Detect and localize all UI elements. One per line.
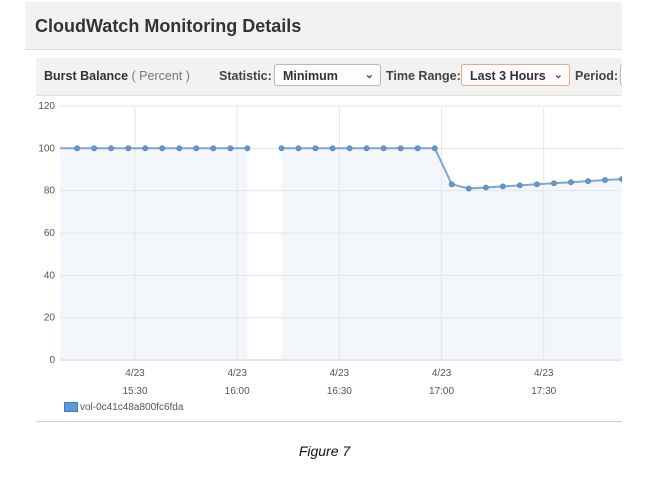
data-point (414, 145, 421, 152)
time-range-value: Last 3 Hours (470, 69, 546, 83)
data-point (176, 145, 183, 152)
period-label: Period: (575, 69, 619, 83)
data-point (91, 145, 98, 152)
data-point (278, 145, 285, 152)
x-tick-time: 17:30 (531, 386, 556, 397)
x-tick-time: 17:00 (429, 386, 454, 397)
burst-balance-chart: 0 20 40 60 80 100 120 4/23 15:30 4/23 16:00 4/23 16:… (38, 101, 622, 397)
chart-legend[interactable]: vol-0c41c48a800fc6fda (64, 402, 183, 413)
x-tick-time: 16:30 (327, 386, 352, 397)
data-point (227, 145, 234, 152)
monitoring-panel: CloudWatch Monitoring Details Burst Bala… (0, 0, 622, 486)
panel-header: CloudWatch Monitoring Details (25, 2, 622, 50)
figure-caption: Figure 7 (298, 443, 351, 459)
y-tick-label: 40 (44, 270, 56, 281)
metric-title: Burst Balance ( Percent ) (44, 69, 190, 83)
y-tick-label: 60 (44, 228, 56, 239)
data-point (602, 177, 608, 183)
y-tick-label: 0 (49, 355, 55, 366)
y-tick-label: 20 (44, 313, 56, 324)
data-point (465, 185, 472, 192)
data-point (159, 145, 166, 152)
data-point (74, 145, 81, 152)
statistic-label: Statistic: (219, 69, 272, 83)
statistic-value: Minimum (283, 69, 338, 83)
x-tick-date: 4/23 (534, 368, 554, 379)
data-point (380, 145, 387, 152)
x-tick-date: 4/23 (125, 368, 145, 379)
y-tick-label: 120 (38, 101, 55, 112)
metric-name: Burst Balance (44, 69, 129, 83)
data-point (568, 179, 574, 186)
time-range-label: Time Range: (386, 69, 461, 83)
series-area (60, 148, 248, 360)
legend-series-label: vol-0c41c48a800fc6fda (80, 402, 184, 413)
legend-swatch (64, 402, 78, 413)
data-point (516, 182, 523, 189)
data-point (108, 145, 114, 152)
data-point (125, 145, 132, 152)
chevron-down-icon: ⌄ (364, 69, 374, 81)
x-tick-time: 16:00 (225, 386, 250, 397)
statistic-select[interactable]: Minimum ⌄ (274, 64, 381, 86)
data-point (619, 176, 622, 182)
metric-unit: ( Percent ) (131, 69, 190, 83)
chart-toolbar: Burst Balance ( Percent ) Statistic: Min… (36, 58, 622, 96)
data-point (499, 183, 506, 190)
x-tick-date: 4/23 (227, 368, 247, 379)
data-point (363, 145, 370, 152)
chart-area: 0 20 40 60 80 100 120 4/23 15:30 4/23 16:00 4/23 16:… (0, 96, 622, 406)
x-tick-date: 4/23 (432, 368, 452, 379)
data-point (142, 145, 149, 152)
divider (36, 421, 622, 422)
data-point (193, 145, 200, 152)
data-point (397, 145, 404, 152)
data-point (244, 145, 251, 152)
data-point (329, 145, 336, 152)
y-tick-label: 100 (38, 143, 55, 154)
data-point (431, 145, 438, 152)
page-title: CloudWatch Monitoring Details (35, 16, 302, 36)
x-tick-time: 15:30 (122, 386, 147, 397)
y-tick-label: 80 (44, 186, 56, 197)
data-point (295, 145, 302, 152)
data-point (534, 181, 540, 188)
period-select[interactable] (620, 64, 622, 86)
data-point (210, 145, 217, 152)
data-point (448, 181, 455, 188)
x-tick-date: 4/23 (330, 368, 350, 379)
data-point (346, 145, 353, 152)
chevron-down-icon: ⌄ (553, 69, 563, 81)
data-point (312, 145, 319, 152)
time-range-select[interactable]: Last 3 Hours ⌄ (461, 64, 570, 86)
data-point (482, 184, 489, 191)
data-point (551, 180, 557, 187)
data-point (585, 178, 591, 185)
